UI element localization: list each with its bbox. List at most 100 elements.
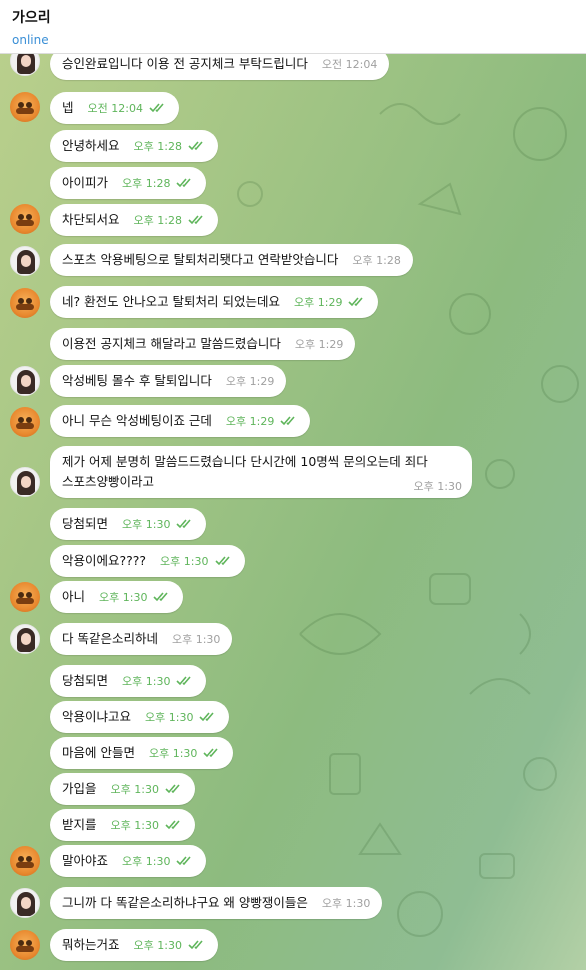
message-bubble[interactable]: 차단되서요 오후 1:28 [50, 204, 218, 236]
double-check-icon [188, 940, 203, 950]
avatar[interactable] [10, 407, 40, 437]
message-time: 오후 1:29 [225, 375, 275, 388]
avatar[interactable] [10, 846, 40, 876]
message-time: 오후 1:30 [321, 897, 371, 910]
message-time: 오후 1:30 [160, 555, 209, 568]
message-bubble[interactable]: 안녕하세요 오후 1:28 [50, 130, 218, 162]
message-text: 악성베팅 몰수 후 탈퇴입니다 [62, 373, 212, 388]
double-check-icon [280, 416, 295, 426]
message-bubble[interactable]: 승인완료입니다 이용 전 공지체크 부탁드립니다 오전 12:04 [50, 54, 390, 80]
double-check-icon [176, 519, 192, 529]
message-text: 아니 무슨 악성베팅이죠 근데 [62, 413, 212, 428]
message-text: 당첨되면 [62, 516, 109, 531]
message-bubble[interactable]: 당첨되면 오후 1:30 [50, 665, 207, 697]
message-text: 아니 [62, 589, 86, 604]
contact-status: online [12, 33, 49, 47]
message-time: 오후 1:29 [225, 415, 275, 428]
message-time: 오후 1:28 [352, 254, 401, 267]
contact-name: 가으리 [12, 10, 51, 26]
double-check-icon [165, 820, 180, 830]
message-bubble[interactable]: 다 똑같은소리하네 오후 1:30 [50, 623, 233, 655]
double-check-icon [214, 556, 230, 566]
message-bubble[interactable]: 악용이에요???? 오후 1:30 [50, 545, 245, 577]
message-bubble[interactable]: 마음에 안들면 오후 1:30 [50, 737, 234, 769]
message-bubble[interactable]: 악용이냐고요 오후 1:30 [50, 701, 230, 733]
message-text: 마음에 안들면 [62, 745, 135, 760]
message-time: 오후 1:30 [122, 675, 171, 688]
avatar[interactable] [10, 92, 40, 122]
avatar[interactable] [10, 624, 40, 654]
message-time: 오후 1:28 [133, 214, 182, 227]
avatar[interactable] [10, 366, 40, 396]
message-time: 오후 1:29 [294, 296, 343, 309]
message-time: 오후 1:30 [171, 633, 221, 646]
message-time: 오후 1:30 [122, 518, 171, 531]
message-time: 오후 1:30 [413, 480, 462, 493]
message-time: 오후 1:30 [110, 783, 159, 796]
double-check-icon [176, 856, 192, 866]
message-text: 스포츠 악용베팅으로 탈퇴처리됏다고 연락받앗습니다 [62, 252, 339, 267]
message-text: 네? 환전도 안나오고 탈퇴처리 되었는데요 [62, 294, 281, 309]
message-bubble[interactable]: 뭐하는거죠 오후 1:30 [50, 929, 218, 961]
message-text: 악용이에요???? [62, 553, 147, 568]
message-text: 악용이냐고요 [62, 709, 132, 724]
message-bubble[interactable]: 이용전 공지체크 해달라고 말씀드렸습니다 오후 1:29 [50, 328, 356, 360]
message-bubble[interactable]: 아니 무슨 악성베팅이죠 근데 오후 1:29 [50, 405, 311, 437]
message-text: 다 똑같은소리하네 [62, 631, 158, 646]
message-bubble[interactable]: 받지를 오후 1:30 [50, 809, 195, 841]
message-time: 오후 1:28 [122, 177, 171, 190]
message-bubble[interactable]: 아이피가 오후 1:28 [50, 167, 207, 199]
message-text: 뭐하는거죠 [62, 937, 120, 952]
message-bubble[interactable]: 악성베팅 몰수 후 탈퇴입니다 오후 1:29 [50, 365, 287, 397]
message-text: 넵 [62, 100, 74, 115]
message-bubble[interactable]: 가입을 오후 1:30 [50, 773, 195, 805]
message-text: 그니까 다 똑같은소리하냐구요 왜 양빵쟁이들은 [62, 895, 308, 910]
message-text: 받지를 [62, 817, 97, 832]
message-time: 오전 12:04 [87, 102, 143, 115]
avatar[interactable] [10, 467, 40, 497]
double-check-icon [199, 712, 215, 722]
message-text: 가입을 [62, 781, 97, 796]
message-bubble[interactable]: 아니 오후 1:30 [50, 581, 184, 613]
message-text: 제가 어제 분명히 말씀드드렸습니다 단시간에 10명씩 문의오는데 죄다 [62, 454, 428, 469]
message-bubble[interactable]: 제가 어제 분명히 말씀드드렸습니다 단시간에 10명씩 문의오는데 죄다 스포… [50, 446, 472, 498]
avatar[interactable] [10, 930, 40, 960]
double-check-icon [203, 748, 219, 758]
chat-header[interactable]: 가으리 online [0, 0, 586, 54]
avatar[interactable] [10, 288, 40, 318]
message-time: 오후 1:30 [148, 747, 198, 760]
message-text: 차단되서요 [62, 212, 120, 227]
message-bubble[interactable]: 네? 환전도 안나오고 탈퇴처리 되었는데요 오후 1:29 [50, 286, 379, 318]
avatar[interactable] [10, 204, 40, 234]
message-text: 안녕하세요 [62, 138, 120, 153]
double-check-icon [176, 178, 192, 188]
message-text: 승인완료입니다 이용 전 공지체크 부탁드립니다 [62, 56, 308, 71]
message-bubble[interactable]: 말아야죠 오후 1:30 [50, 845, 207, 877]
message-bubble[interactable]: 당첨되면 오후 1:30 [50, 508, 207, 540]
message-time: 오후 1:30 [110, 819, 159, 832]
message-bubble[interactable]: 스포츠 악용베팅으로 탈퇴처리됏다고 연락받앗습니다 오후 1:28 [50, 244, 413, 276]
avatar[interactable] [10, 246, 40, 276]
message-text: 말아야죠 [62, 853, 109, 868]
avatar[interactable] [10, 888, 40, 918]
double-check-icon [153, 592, 169, 602]
message-time: 오후 1:30 [145, 711, 194, 724]
message-text-line2: 스포츠양빵이라고 [62, 474, 155, 489]
double-check-icon [165, 784, 180, 794]
message-text: 이용전 공지체크 해달라고 말씀드렸습니다 [62, 336, 281, 351]
message-time: 오후 1:30 [133, 939, 182, 952]
message-time: 오후 1:28 [133, 140, 182, 153]
message-time: 오후 1:29 [294, 338, 344, 351]
message-bubble[interactable]: 그니까 다 똑같은소리하냐구요 왜 양빵쟁이들은 오후 1:30 [50, 887, 383, 919]
message-list[interactable]: 승인완료입니다 이용 전 공지체크 부탁드립니다 오전 12:04 넵 오전 1… [0, 54, 586, 970]
message-text: 당첨되면 [62, 673, 109, 688]
double-check-icon [188, 141, 203, 151]
double-check-icon [149, 103, 164, 113]
message-time: 오후 1:30 [99, 591, 148, 604]
double-check-icon [188, 215, 203, 225]
message-text: 아이피가 [62, 175, 109, 190]
message-time: 오전 12:04 [321, 58, 378, 71]
message-bubble[interactable]: 넵 오전 12:04 [50, 92, 179, 124]
avatar[interactable] [10, 582, 40, 612]
double-check-icon [176, 676, 192, 686]
